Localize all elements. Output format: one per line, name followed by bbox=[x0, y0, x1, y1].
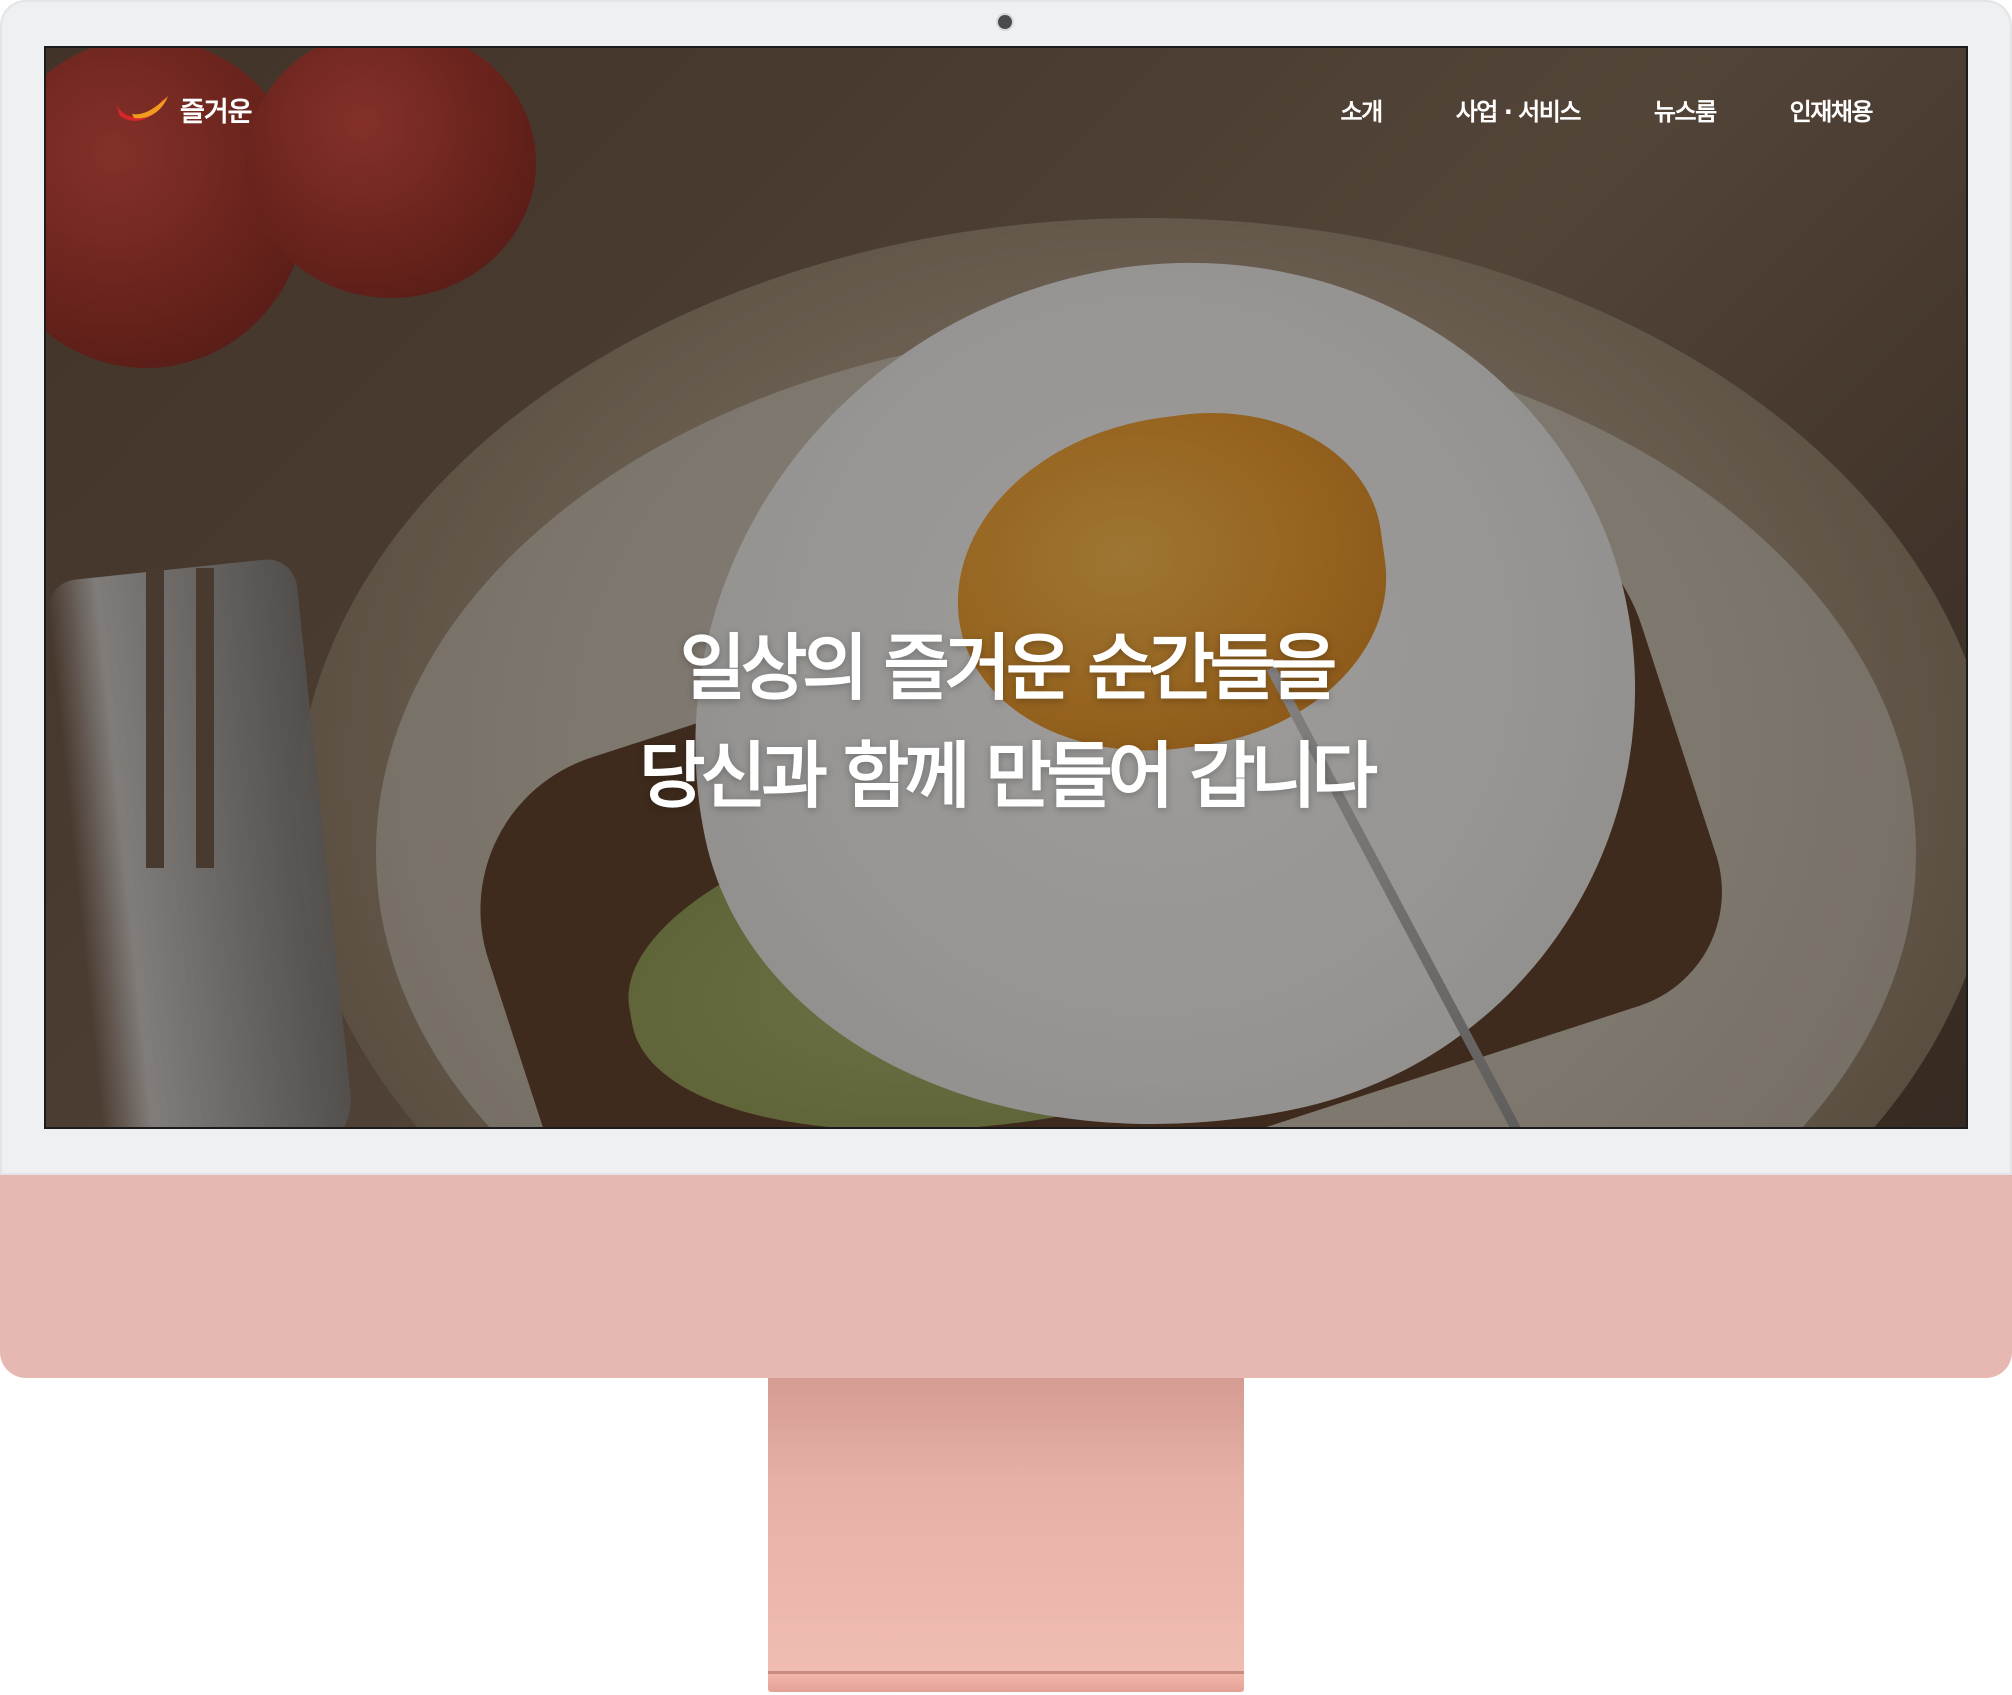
image-overlay bbox=[46, 48, 1966, 1127]
nav-item-business-services[interactable]: 사업 · 서비스 bbox=[1456, 92, 1582, 127]
imac-mockup: 즐거운 소개 사업 · 서비스 뉴스룸 인재채용 일상의 즐거운 순간들을 당신… bbox=[0, 0, 2012, 1695]
monitor-stand bbox=[768, 1378, 1244, 1674]
hero-background-photo bbox=[46, 48, 1966, 1127]
website-screen: 즐거운 소개 사업 · 서비스 뉴스룸 인재채용 일상의 즐거운 순간들을 당신… bbox=[44, 46, 1968, 1129]
nav-item-careers[interactable]: 인재채용 bbox=[1790, 92, 1874, 127]
site-header: 즐거운 소개 사업 · 서비스 뉴스룸 인재채용 bbox=[46, 48, 1966, 168]
hero-headline-line1: 일상의 즐거운 순간들을 bbox=[679, 626, 1338, 710]
main-nav: 소개 사업 · 서비스 뉴스룸 인재채용 bbox=[1341, 92, 1874, 127]
nav-item-about[interactable]: 소개 bbox=[1341, 92, 1384, 127]
camera-icon bbox=[998, 15, 1012, 29]
monitor-frame: 즐거운 소개 사업 · 서비스 뉴스룸 인재채용 일상의 즐거운 순간들을 당신… bbox=[0, 0, 2012, 1175]
monitor-stand-foot bbox=[768, 1674, 1244, 1692]
hero-headline-line2: 당신과 함께 만들어 갑니다 bbox=[639, 734, 1378, 818]
hero-headline: 일상의 즐거운 순간들을 당신과 함께 만들어 갑니다 bbox=[46, 614, 1966, 830]
monitor-chin bbox=[0, 1175, 2012, 1378]
site-logo[interactable]: 즐거운 bbox=[114, 90, 253, 129]
swoosh-logo-icon bbox=[116, 95, 168, 121]
nav-item-newsroom[interactable]: 뉴스룸 bbox=[1654, 92, 1717, 127]
logo-text: 즐거운 bbox=[180, 97, 253, 128]
